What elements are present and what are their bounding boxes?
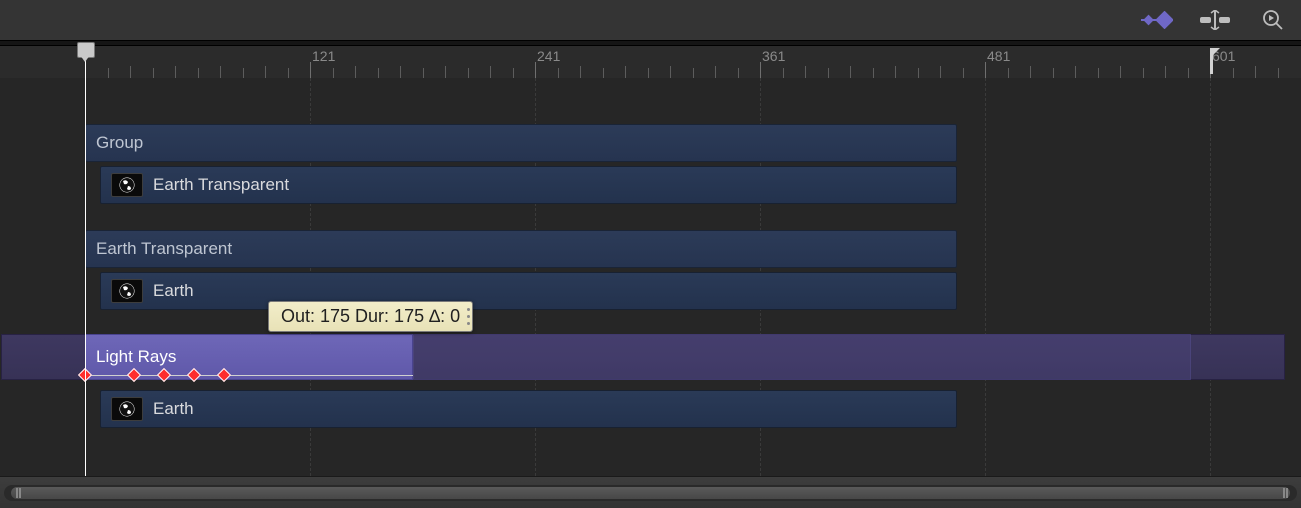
timeline-body: Group Earth Transparent Earth Transparent E… <box>0 78 1301 476</box>
scrollbar-track[interactable] <box>4 485 1297 501</box>
ruler-label: 121 <box>312 48 335 64</box>
clip-label: Earth <box>153 399 194 419</box>
horizontal-scrollbar[interactable] <box>0 476 1301 508</box>
track-area: Group Earth Transparent Earth Transparent E… <box>85 78 1301 476</box>
ruler-label: 241 <box>537 48 560 64</box>
filter-ghost-region <box>413 334 1191 380</box>
playhead[interactable] <box>85 46 86 476</box>
timeline-toolbar <box>0 0 1301 40</box>
trim-tooltip: Out: 175 Dur: 175 ∆: 0 <box>268 301 473 332</box>
filter-label: Light Rays <box>96 347 176 367</box>
earth-thumbnail-icon <box>111 279 143 303</box>
out-point-marker[interactable] <box>1210 48 1224 68</box>
clip-group[interactable]: Group <box>85 124 957 162</box>
earth-thumbnail-icon <box>111 173 143 197</box>
clip-earth-tr-1[interactable]: Earth Transparent <box>100 166 957 204</box>
clip-label: Group <box>96 133 143 153</box>
clip-earth-tr-2[interactable]: Earth Transparent <box>85 230 957 268</box>
keyframe-editor-button[interactable] <box>1141 8 1173 32</box>
time-ruler[interactable]: 121241361481601 <box>0 46 1301 78</box>
trim-tooltip-text: Out: 175 Dur: 175 ∆: 0 <box>281 306 460 326</box>
clip-label: Earth Transparent <box>153 175 289 195</box>
clip-label: Earth Transparent <box>96 239 232 259</box>
earth-thumbnail-icon <box>111 397 143 421</box>
ruler-label: 481 <box>987 48 1010 64</box>
scrollbar-zoom-handle-right[interactable] <box>1280 489 1288 497</box>
clip-earth-2[interactable]: Earth <box>100 390 957 428</box>
scrollbar-thumb[interactable] <box>10 486 1290 500</box>
clip-earth-1[interactable]: Earth <box>100 272 957 310</box>
ruler-label: 361 <box>762 48 785 64</box>
timeline-panel: 121241361481601 GroupEarth TransparentEa… <box>0 0 1301 508</box>
snapping-button[interactable] <box>1199 8 1231 32</box>
scrollbar-zoom-handle-left[interactable] <box>13 489 21 497</box>
zoom-play-button[interactable] <box>1257 8 1289 32</box>
clip-label: Earth <box>153 281 194 301</box>
